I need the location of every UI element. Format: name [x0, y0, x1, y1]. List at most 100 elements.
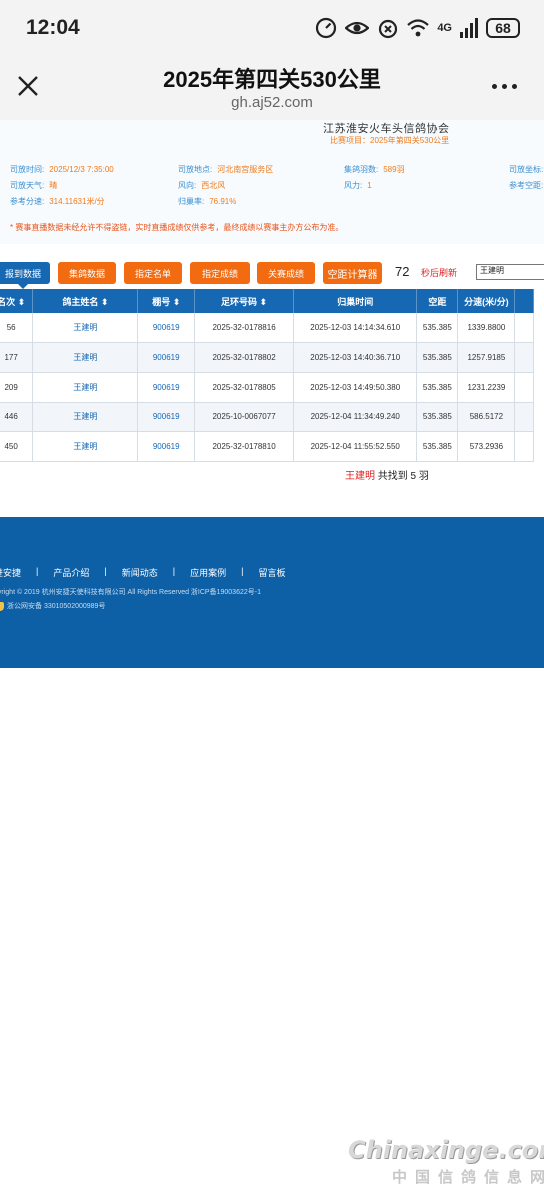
- site-watermark: Chinaxinge.com 中国信鸽信息网: [348, 1136, 544, 1187]
- info-release-time: 司放时间: 2025/12/3 7:35:00: [10, 165, 114, 174]
- column-header-loft[interactable]: 棚号 ⬍: [137, 289, 196, 313]
- police-badge-icon: [0, 601, 4, 611]
- cell-distance: 535.385: [416, 313, 459, 344]
- cell-extra: [514, 372, 534, 403]
- cell-owner[interactable]: 王建明: [32, 402, 139, 433]
- cell-return-time: 2025-12-03 14:40:36.710: [293, 342, 418, 373]
- cell-extra: [514, 431, 534, 462]
- table-row: 450 王建明 900619 2025-32-0178810 2025-12-0…: [0, 431, 534, 462]
- cell-ring: 2025-10-0067077: [194, 402, 295, 433]
- table-header-row: 名次 ⬍ 鸽主姓名 ⬍ 棚号 ⬍ 足环号码 ⬍ 归巢时间 空距 分速(米/分): [0, 289, 534, 313]
- more-dot-icon: [512, 83, 517, 89]
- cell-owner[interactable]: 王建明: [32, 372, 139, 403]
- cell-extra: [514, 313, 534, 344]
- page-title: 2025年第四关530公里: [163, 67, 381, 92]
- cell-return-time: 2025-12-03 14:14:34.610: [293, 313, 418, 344]
- info-wind-direction: 风向: 西北风: [178, 181, 226, 190]
- cell-rank: 446: [0, 402, 34, 433]
- status-icons: 4G 68: [315, 16, 520, 40]
- cell-owner[interactable]: 王建明: [32, 313, 139, 344]
- more-dot-icon: [502, 83, 507, 89]
- column-header-extra: [514, 289, 534, 313]
- info-release-location: 司放地点: 河北南宫服务区: [178, 165, 274, 174]
- status-time: 12:04: [26, 16, 80, 39]
- cell-distance: 535.385: [416, 402, 459, 433]
- summary-owner-name: 王建明: [345, 471, 375, 482]
- info-pigeon-count: 集鸽羽数: 589羽: [344, 165, 405, 174]
- tab-race-results[interactable]: 关赛成绩: [257, 262, 315, 284]
- race-info-panel: 江苏淮安火车头信鸽协会 比赛项目：2025年第四关530公里 司放时间: 2025…: [0, 120, 544, 244]
- tab-basketing-data[interactable]: 集鸽数据: [58, 262, 116, 284]
- page-url: gh.aj52.com: [231, 94, 313, 111]
- table-row: 209 王建明 900619 2025-32-0178805 2025-12-0…: [0, 372, 534, 403]
- footer-nav: 进安捷 | 产品介绍 | 新闻动态 | 应用案例 | 留言板: [0, 566, 285, 579]
- cell-owner[interactable]: 王建明: [32, 342, 139, 373]
- results-table: 名次 ⬍ 鸽主姓名 ⬍ 棚号 ⬍ 足环号码 ⬍ 归巢时间 空距 分速(米/分) …: [0, 289, 534, 462]
- footer-link-about[interactable]: 进安捷: [0, 566, 21, 579]
- cell-rank: 450: [0, 431, 34, 462]
- refresh-label: 秒后刷新: [421, 268, 458, 278]
- cell-loft[interactable]: 900619: [137, 431, 196, 462]
- search-summary: 王建明 共找到 5 羽: [345, 467, 429, 482]
- footer-link-news[interactable]: 新闻动态: [122, 566, 158, 579]
- info-reference-speed: 参考分速: 314.11631米/分: [10, 197, 105, 206]
- summary-count: 共找到 5 羽: [375, 471, 429, 482]
- cell-loft[interactable]: 900619: [137, 372, 196, 403]
- cell-loft[interactable]: 900619: [137, 342, 196, 373]
- footer-link-guestbook[interactable]: 留言板: [258, 566, 285, 579]
- footer-separator: |: [104, 566, 107, 576]
- footer-link-products[interactable]: 产品介绍: [53, 566, 89, 579]
- tab-checkin-data[interactable]: 报到数据: [0, 262, 50, 289]
- cell-distance: 535.385: [416, 431, 459, 462]
- cell-loft[interactable]: 900619: [137, 313, 196, 344]
- copyright-text: pyright © 2019 杭州安捷天使科技有限公司 All Rights R…: [0, 589, 261, 596]
- police-record: 浙公网安备 33010502000989号: [0, 601, 105, 611]
- distance-calculator-button[interactable]: 空距计算器: [323, 262, 382, 284]
- watermark-main: Chinaxinge.com: [348, 1136, 544, 1164]
- cell-speed: 586.5172: [457, 402, 516, 433]
- cell-distance: 535.385: [416, 372, 459, 403]
- cell-ring: 2025-32-0178816: [194, 313, 295, 344]
- cell-return-time: 2025-12-04 11:34:49.240: [293, 402, 418, 433]
- police-record-text: 浙公网安备 33010502000989号: [7, 603, 106, 610]
- footer-separator: |: [36, 566, 39, 576]
- close-icon: [18, 76, 38, 96]
- info-weather: 司放天气: 晴: [10, 181, 58, 190]
- cell-speed: 1231.2239: [457, 372, 516, 403]
- column-header-rank[interactable]: 名次 ⬍: [0, 289, 34, 313]
- signal-icon: [460, 18, 478, 38]
- cell-return-time: 2025-12-04 11:55:52.550: [293, 431, 418, 462]
- cell-ring: 2025-32-0178802: [194, 342, 295, 373]
- column-header-owner[interactable]: 鸽主姓名 ⬍: [32, 289, 139, 313]
- eye-icon: [345, 21, 370, 35]
- cell-ring: 2025-32-0178810: [194, 431, 295, 462]
- cell-return-time: 2025-12-03 14:49:50.380: [293, 372, 418, 403]
- close-button[interactable]: [14, 72, 42, 100]
- battery-icon: 68: [486, 18, 520, 38]
- cell-extra: [514, 402, 534, 433]
- table-row: 56 王建明 900619 2025-32-0178816 2025-12-03…: [0, 313, 534, 344]
- cell-distance: 535.385: [416, 342, 459, 373]
- wifi-icon: [407, 19, 430, 37]
- tab-designated-list[interactable]: 指定名单: [124, 262, 182, 284]
- footer-separator: |: [241, 566, 244, 576]
- more-menu-button[interactable]: [492, 78, 520, 94]
- cell-loft[interactable]: 900619: [137, 402, 196, 433]
- info-wind-force: 风力: 1: [344, 181, 372, 190]
- table-row: 446 王建明 900619 2025-10-0067077 2025-12-0…: [0, 402, 534, 433]
- tab-designated-results[interactable]: 指定成绩: [190, 262, 250, 284]
- info-release-coords: 司放坐标:: [509, 165, 544, 174]
- cell-owner[interactable]: 王建明: [32, 431, 139, 462]
- browser-header: 2025年第四关530公里 gh.aj52.com: [0, 56, 544, 120]
- alarm-icon: [379, 19, 398, 39]
- column-header-ring[interactable]: 足环号码 ⬍: [194, 289, 295, 313]
- column-header-distance: 空距: [416, 289, 459, 313]
- info-return-rate: 归巢率: 76.91%: [178, 197, 237, 206]
- footer-link-cases[interactable]: 应用案例: [190, 566, 226, 579]
- search-input[interactable]: 王建明: [476, 264, 544, 280]
- cell-speed: 1257.9185: [457, 342, 516, 373]
- cell-speed: 1339.8800: [457, 313, 516, 344]
- speed-gauge-icon: [316, 17, 337, 39]
- cell-rank: 209: [0, 372, 34, 403]
- watermark-sub: 中国信鸽信息网: [392, 1169, 544, 1186]
